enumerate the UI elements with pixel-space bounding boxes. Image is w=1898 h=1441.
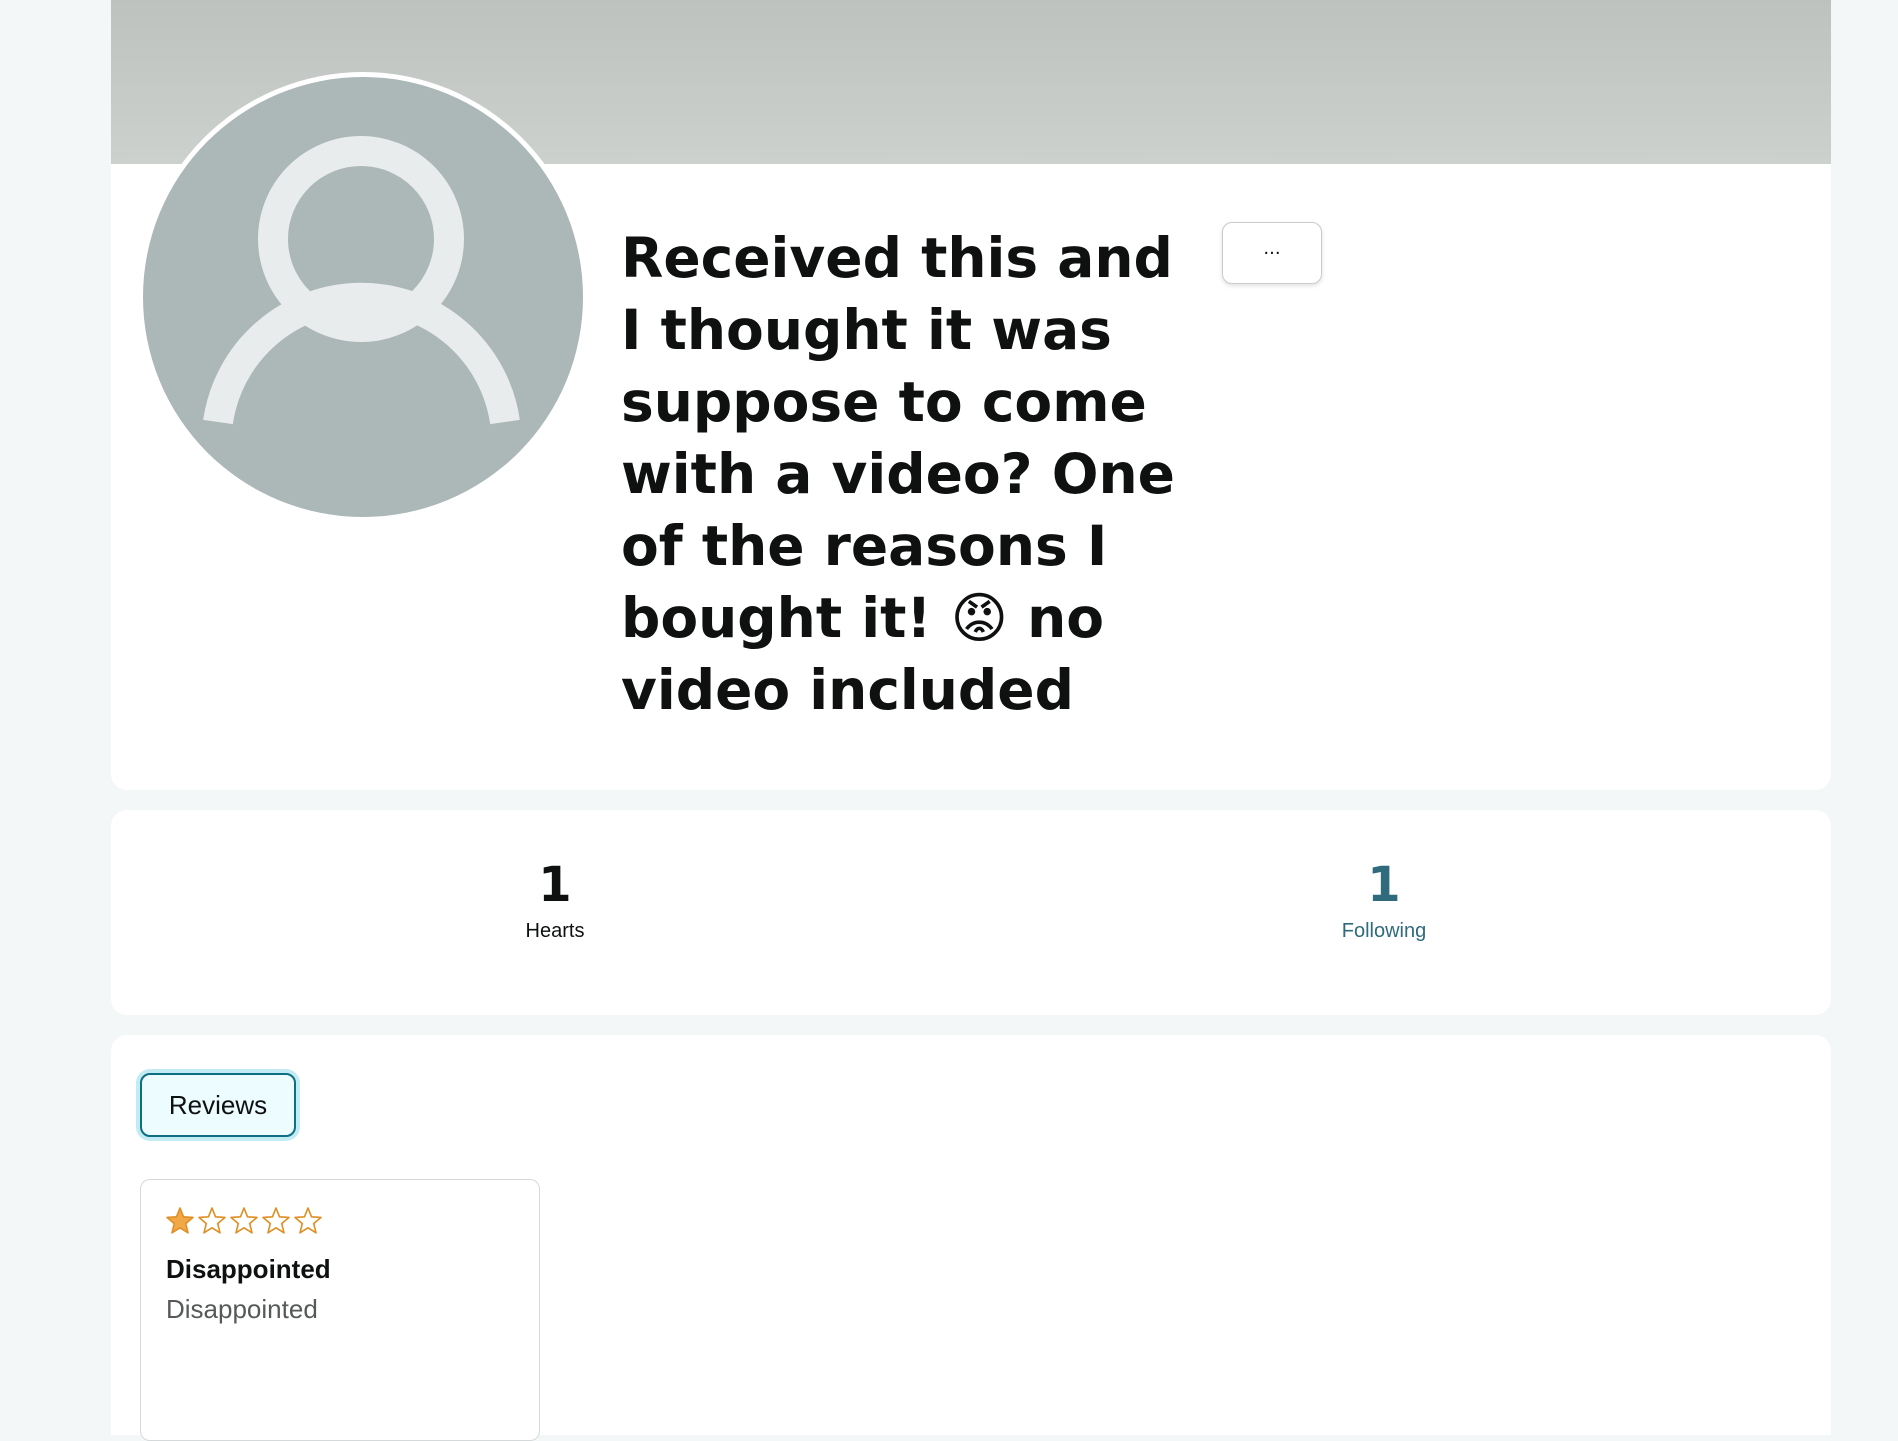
star-empty-icon — [294, 1207, 322, 1234]
activity-card: Reviews Disappointed Disappointed — [111, 1035, 1831, 1441]
following-count[interactable]: 1 — [1284, 854, 1484, 916]
review-title: Disappointed — [166, 1254, 331, 1284]
star-empty-icon — [198, 1207, 226, 1234]
default-user-avatar-icon — [203, 136, 520, 425]
star-rating — [165, 1206, 323, 1236]
profile-page: Received this and I thought it was suppo… — [111, 0, 1831, 1441]
following-stat[interactable]: 1 Following — [1284, 854, 1484, 944]
more-options-button[interactable]: ... — [1222, 222, 1322, 284]
review-body: Disappointed — [166, 1294, 318, 1324]
star-filled-icon — [166, 1207, 194, 1234]
tab-reviews[interactable]: Reviews — [140, 1073, 296, 1137]
hearts-count: 1 — [538, 857, 572, 913]
profile-avatar — [138, 72, 588, 522]
hearts-label: Hearts — [525, 920, 585, 942]
hearts-stat: 1 Hearts — [455, 854, 655, 944]
profile-card: Received this and I thought it was suppo… — [111, 0, 1831, 790]
star-empty-icon — [230, 1207, 258, 1234]
stats-card: 1 Hearts 1 Following — [111, 810, 1831, 1015]
review-card[interactable]: Disappointed Disappointed — [140, 1179, 540, 1441]
following-label[interactable]: Following — [1284, 918, 1484, 944]
profile-name: Received this and I thought it was suppo… — [621, 226, 1175, 722]
star-empty-icon — [262, 1207, 290, 1234]
